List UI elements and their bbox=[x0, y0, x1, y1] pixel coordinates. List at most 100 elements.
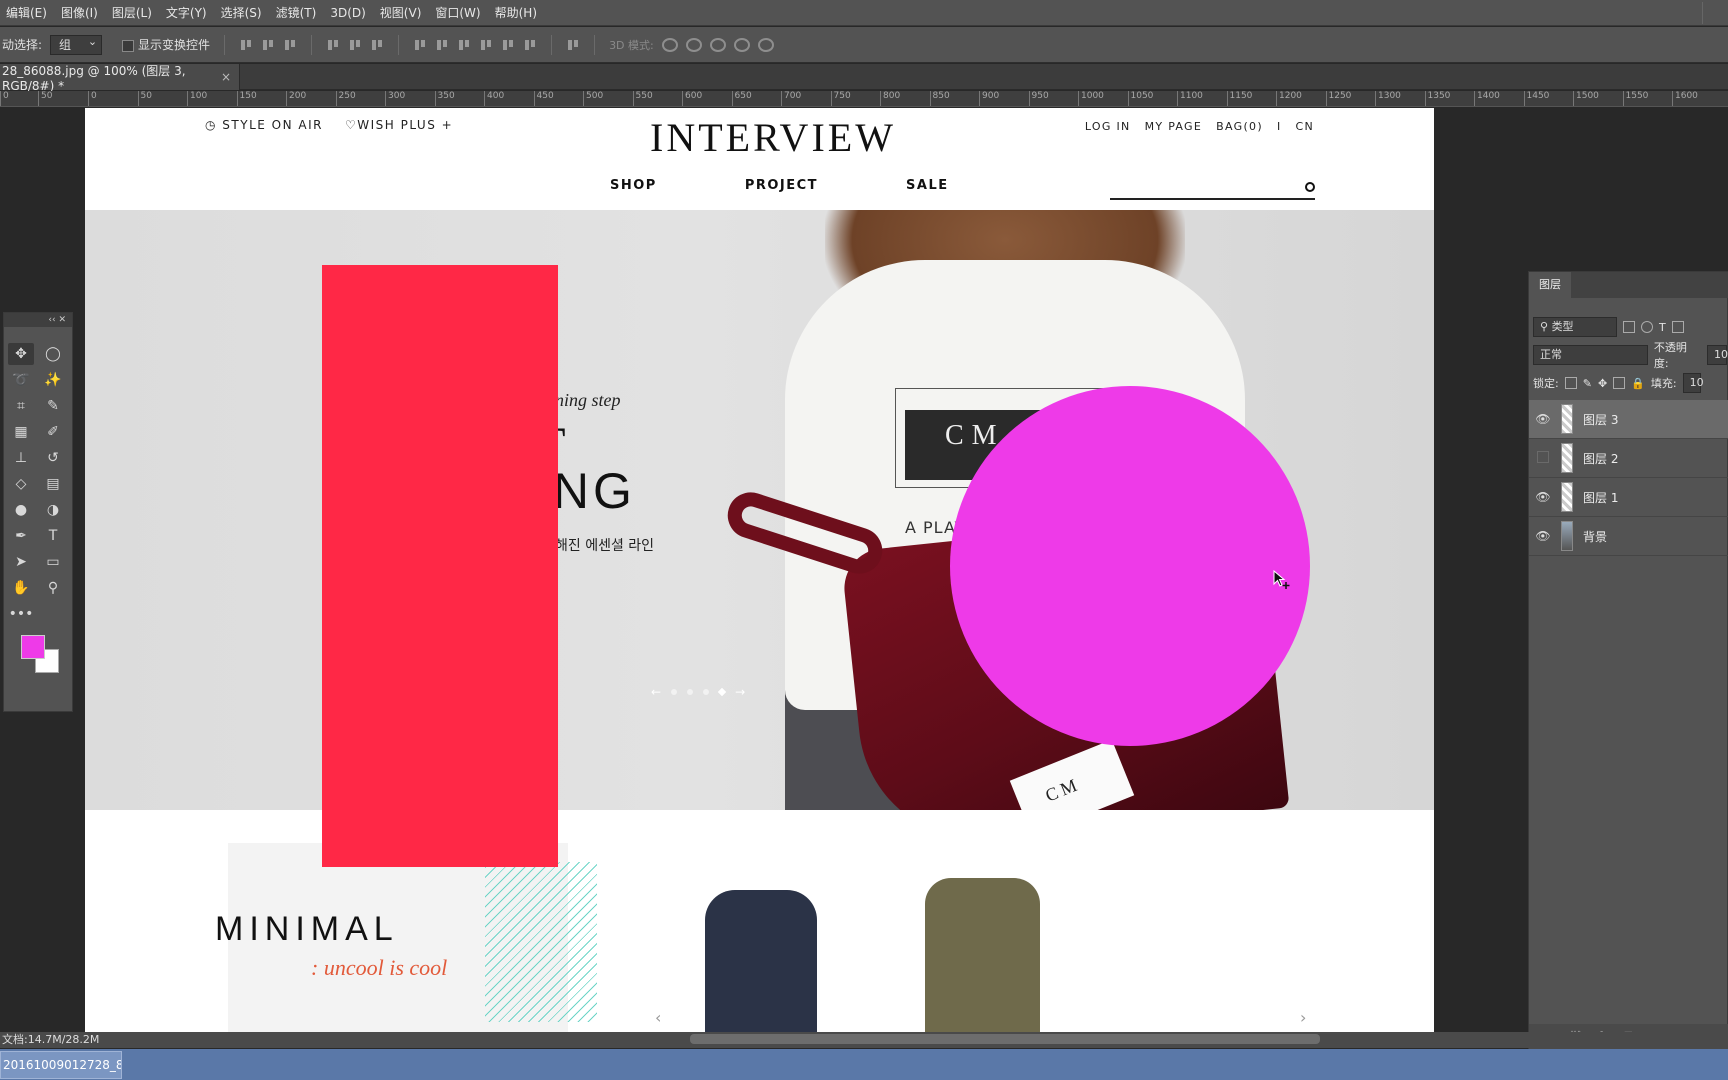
language-selector[interactable]: CN bbox=[1295, 120, 1314, 133]
taskbar-window-button[interactable]: 20161009012728_8... bbox=[0, 1051, 122, 1079]
blend-mode-dropdown[interactable]: 正常 bbox=[1533, 345, 1648, 365]
align-top-icon[interactable] bbox=[239, 38, 253, 52]
visibility-off-icon[interactable] bbox=[1529, 451, 1557, 466]
menu-3d[interactable]: 3D(D) bbox=[324, 6, 373, 20]
pen-tool-icon[interactable]: ✒ bbox=[8, 525, 34, 547]
distribute-hcenter-icon[interactable] bbox=[501, 38, 515, 52]
horizontal-ruler[interactable]: 0 50 0 50 100 150 200 250 300 350 400 450 500 550 600 6… bbox=[0, 91, 1728, 107]
menu-edit[interactable]: 编辑(E) bbox=[0, 4, 55, 21]
blur-tool-icon[interactable]: ● bbox=[8, 499, 34, 521]
menu-help[interactable]: 帮助(H) bbox=[489, 4, 545, 21]
menu-filter[interactable]: 滤镜(T) bbox=[270, 4, 325, 21]
close-tab-icon[interactable]: × bbox=[221, 70, 231, 84]
gradient-tool-icon[interactable]: ▤ bbox=[40, 473, 66, 495]
filter-adjust-icon[interactable] bbox=[1641, 321, 1653, 333]
bag-link[interactable]: BAG(0) bbox=[1216, 120, 1263, 133]
hand-tool-icon[interactable]: ✋ bbox=[8, 577, 34, 599]
zoom-tool-icon[interactable]: ⚲ bbox=[40, 577, 66, 599]
align-right-icon[interactable] bbox=[370, 38, 384, 52]
more-tools-icon[interactable]: ••• bbox=[8, 603, 34, 625]
carousel-next-icon[interactable]: › bbox=[1300, 1008, 1306, 1027]
ellipse-marquee-icon[interactable]: ◯ bbox=[40, 343, 66, 365]
login-link[interactable]: LOG IN bbox=[1085, 120, 1131, 133]
lock-transparent-icon[interactable] bbox=[1564, 377, 1577, 389]
slider-prev-icon[interactable]: ← bbox=[651, 685, 661, 699]
layer-filter-dropdown[interactable]: ⚲ 类型 bbox=[1533, 317, 1617, 337]
stamp-tool-icon[interactable]: ⊥ bbox=[8, 447, 34, 469]
layer-row[interactable]: 👁 背景 bbox=[1529, 517, 1728, 556]
visibility-eye-icon[interactable]: 👁 bbox=[1529, 490, 1557, 504]
path-select-icon[interactable]: ➤ bbox=[8, 551, 34, 573]
document-canvas[interactable]: ◷ STYLE ON AIR ♡WISH PLUS + INTERVIEW LO… bbox=[85, 108, 1434, 1032]
magenta-circle-shape[interactable] bbox=[950, 386, 1310, 746]
eyedropper-icon[interactable]: ✎ bbox=[40, 395, 66, 417]
lock-all-icon[interactable]: 🔒 bbox=[1631, 377, 1645, 390]
menu-view[interactable]: 视图(V) bbox=[374, 4, 430, 21]
style-on-air-link[interactable]: ◷ STYLE ON AIR bbox=[205, 118, 323, 132]
eraser-tool-icon[interactable]: ◇ bbox=[8, 473, 34, 495]
red-rectangle-shape[interactable] bbox=[322, 265, 558, 867]
distribute-left-icon[interactable] bbox=[479, 38, 493, 52]
distribute-vcenter-icon[interactable] bbox=[435, 38, 449, 52]
menu-layer[interactable]: 图层(L) bbox=[106, 4, 160, 21]
slider-dot[interactable] bbox=[703, 689, 710, 695]
wish-plus-link[interactable]: ♡WISH PLUS + bbox=[345, 118, 453, 132]
carousel-prev-icon[interactable]: ‹ bbox=[655, 1008, 661, 1027]
menu-select[interactable]: 选择(S) bbox=[215, 4, 270, 21]
fill-input[interactable]: 10 bbox=[1682, 373, 1704, 393]
mypage-link[interactable]: MY PAGE bbox=[1145, 120, 1203, 133]
menu-window[interactable]: 窗口(W) bbox=[429, 4, 488, 21]
filter-pixel-icon[interactable] bbox=[1623, 321, 1635, 333]
lock-position-icon[interactable]: ✥ bbox=[1598, 377, 1607, 390]
menu-image[interactable]: 图像(I) bbox=[55, 4, 106, 21]
menu-type[interactable]: 文字(Y) bbox=[160, 4, 215, 21]
align-hcenter-icon[interactable] bbox=[348, 38, 362, 52]
tab-layers[interactable]: 图层 bbox=[1529, 272, 1571, 298]
3d-scale-icon[interactable] bbox=[757, 37, 774, 52]
window-control[interactable] bbox=[1702, 1, 1728, 24]
align-vcenter-icon[interactable] bbox=[261, 38, 275, 52]
crop-tool-icon[interactable]: ⌗ bbox=[8, 395, 34, 417]
history-brush-icon[interactable]: ↺ bbox=[40, 447, 66, 469]
rectangle-tool-icon[interactable]: ▭ bbox=[40, 551, 66, 573]
dodge-tool-icon[interactable]: ◑ bbox=[40, 499, 66, 521]
align-bottom-icon[interactable] bbox=[283, 38, 297, 52]
nav-sale[interactable]: SALE bbox=[906, 178, 949, 193]
visibility-eye-icon[interactable]: 👁 bbox=[1529, 412, 1557, 426]
slider-next-icon[interactable]: → bbox=[735, 685, 745, 699]
product-navy-shirt[interactable] bbox=[705, 890, 817, 1032]
slider-dot[interactable] bbox=[687, 689, 694, 695]
document-tab[interactable]: 28_86088.jpg @ 100% (图层 3, RGB/8#) * × bbox=[0, 64, 240, 93]
3d-pan-icon[interactable] bbox=[709, 37, 726, 52]
filter-shape-icon[interactable] bbox=[1671, 321, 1684, 333]
slider-dot[interactable] bbox=[671, 689, 678, 695]
opacity-input[interactable]: 10 bbox=[1707, 345, 1728, 365]
3d-slide-icon[interactable] bbox=[733, 37, 750, 52]
product-khaki-coat[interactable] bbox=[925, 878, 1040, 1032]
brush-tool-icon[interactable]: ✐ bbox=[40, 421, 66, 443]
distribute-top-icon[interactable] bbox=[413, 38, 427, 52]
layer-row[interactable]: 图层 2 bbox=[1529, 439, 1728, 478]
search-icon[interactable] bbox=[1305, 182, 1315, 192]
type-tool-icon[interactable]: T bbox=[40, 525, 66, 547]
horizontal-scrollbar[interactable] bbox=[690, 1034, 1320, 1044]
foreground-color-swatch[interactable] bbox=[21, 635, 45, 659]
site-search-field[interactable] bbox=[1110, 182, 1315, 200]
document-size-readout[interactable]: 文档:14.7M/28.2M bbox=[2, 1033, 99, 1046]
site-logo[interactable]: INTERVIEW bbox=[650, 114, 896, 161]
layer-row[interactable]: 👁 图层 3 bbox=[1529, 400, 1728, 439]
nav-project[interactable]: PROJECT bbox=[745, 178, 818, 193]
filter-type-icon[interactable]: T bbox=[1659, 321, 1666, 334]
tools-panel-header[interactable]: ‹‹ ✕ bbox=[4, 313, 72, 327]
align-left-icon[interactable] bbox=[326, 38, 340, 52]
distribute-bottom-icon[interactable] bbox=[457, 38, 471, 52]
move-tool-icon[interactable]: ✥ bbox=[8, 343, 34, 365]
checkbox-icon[interactable] bbox=[122, 39, 135, 52]
layer-row[interactable]: 👁 图层 1 bbox=[1529, 478, 1728, 517]
3d-roll-icon[interactable] bbox=[685, 37, 702, 52]
lasso-tool-icon[interactable]: ➰ bbox=[8, 369, 34, 391]
auto-align-icon[interactable] bbox=[566, 38, 580, 52]
auto-select-dropdown[interactable]: 组 bbox=[50, 33, 103, 55]
slider-dot-active[interactable] bbox=[717, 687, 727, 697]
magic-wand-icon[interactable]: ✨ bbox=[40, 369, 66, 391]
